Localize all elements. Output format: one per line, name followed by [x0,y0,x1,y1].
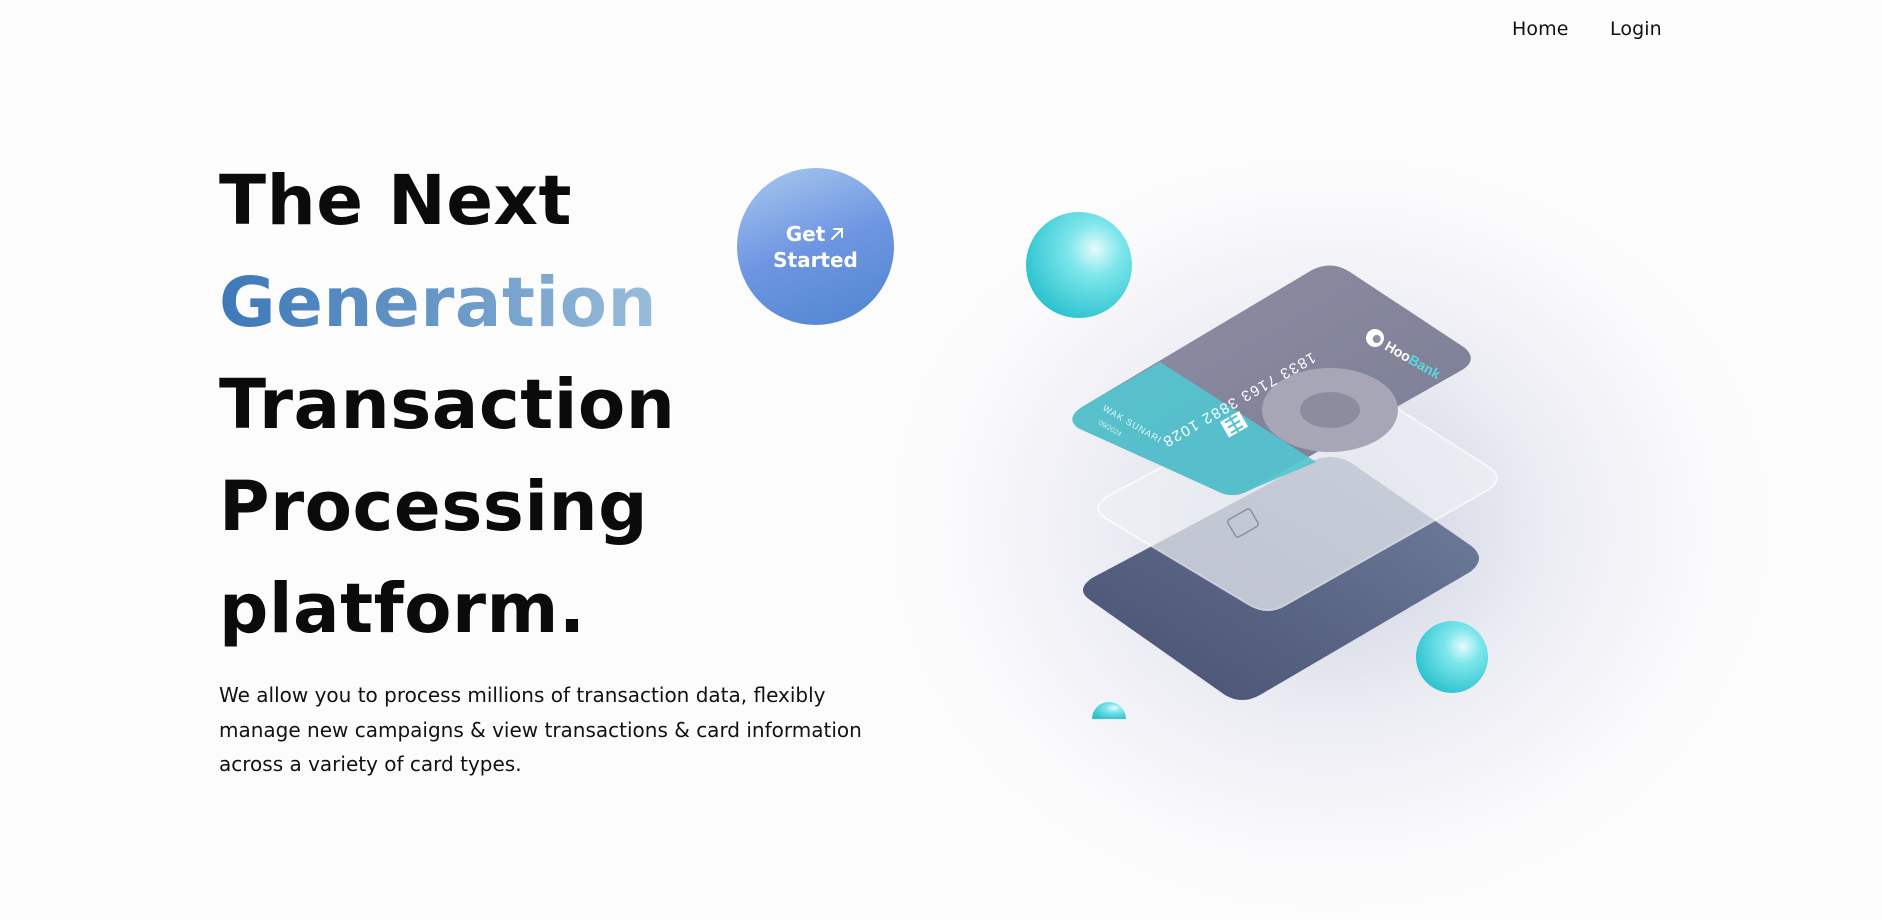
headline-line-3: Transaction [219,365,676,445]
get-started-label-2: Started [773,247,858,272]
headline-line-5: platform. [219,569,586,649]
sphere-right [1416,621,1488,693]
headline-line-4: Processing [219,467,649,547]
headline-line-2: Generation [219,252,675,354]
sphere-top [1026,212,1132,318]
hero-description: We allow you to process millions of tran… [219,683,862,776]
headline-line-1: The Next [219,161,573,241]
get-started-button[interactable]: Get Started [737,168,894,325]
nav-login-link[interactable]: Login [1610,18,1662,40]
get-started-label-1: Get [785,221,826,246]
card-disc-inner [1300,392,1360,428]
cards-illustration: 1833 7163 3882 1028 HooBank WAK SUNARI 0… [1026,212,1498,719]
nav-home-link[interactable]: Home [1512,18,1569,40]
arrow-up-right-icon [831,227,844,240]
sphere-small [1092,702,1126,719]
hero-headline: The Next Generation Transaction Processi… [219,150,675,660]
